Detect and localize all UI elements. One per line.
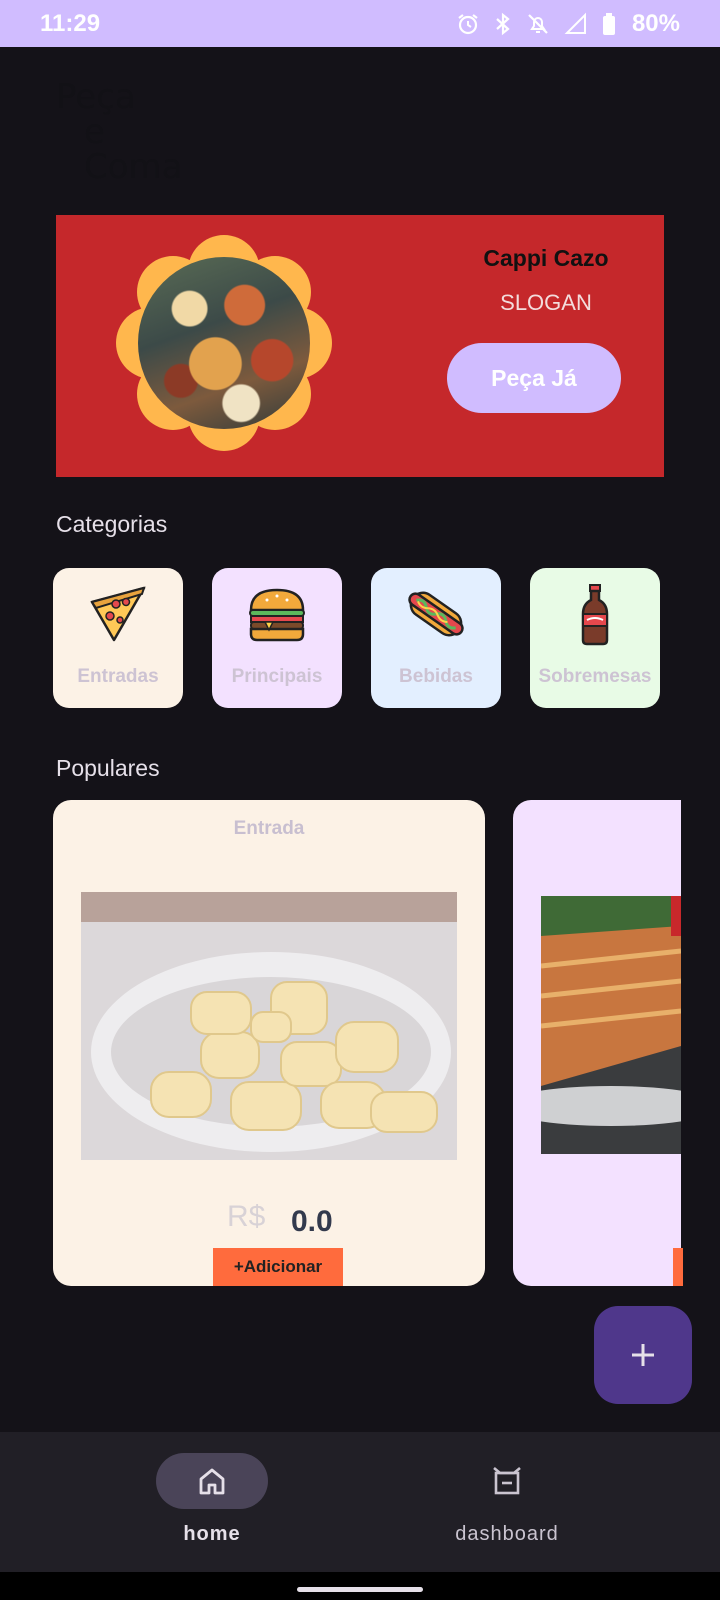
categories-title: Categorias [56,511,168,537]
add-fab-button[interactable] [594,1306,692,1404]
category-principais[interactable]: Principais [212,568,342,708]
home-icon [199,1468,225,1495]
status-time: 11:29 [40,9,101,37]
popular-title: Populares [56,755,160,781]
add-to-cart-button[interactable] [673,1248,683,1286]
dashboard-icon [493,1467,521,1495]
plus-icon [632,1344,654,1366]
category-label: Bebidas [399,666,473,687]
popular-item-card[interactable] [513,800,683,1286]
gnocchi-image [81,892,457,1160]
nav-dashboard-label: dashboard [455,1523,559,1545]
gesture-handle[interactable] [297,1587,423,1592]
status-icons: 80% [456,10,680,38]
app-title-line-2: e [84,112,105,152]
nav-dashboard[interactable]: dashboard [387,1432,627,1572]
signal-icon [564,12,586,34]
app-title: Peça e Coma [56,80,183,185]
bottom-navigation: home dashboard [0,1432,720,1572]
category-entradas[interactable]: Entradas [53,568,183,708]
gesture-area [0,1572,720,1600]
category-sobremesas[interactable]: Sobremesas [530,568,660,708]
category-label: Entradas [77,666,159,687]
category-label: Principais [231,666,323,687]
category-label: Sobremesas [538,666,652,687]
nav-home-label: home [183,1523,241,1545]
battery-percent: 80% [631,9,680,37]
promo-banner: Cappi Cazo SLOGAN Peça Já [56,215,664,477]
app-title-line-3: Coma [84,147,183,187]
pizza-icon [90,586,146,642]
nav-home-indicator [156,1453,268,1509]
battery-icon [602,12,615,35]
order-now-button[interactable]: Peça Já [447,343,621,413]
add-to-cart-button[interactable]: +Adicionar [213,1248,343,1286]
restaurant-name: Cappi Cazo [483,245,609,271]
banner-food-image [138,257,310,429]
popular-item-card[interactable]: Entrada R$ 0.0 +Adicionar [53,800,485,1286]
soda-bottle-icon [581,584,609,646]
price-currency: R$ [227,1200,266,1233]
lasagna-image [541,896,681,1154]
category-bebidas[interactable]: Bebidas [371,568,501,708]
popular-item-category: Entrada [233,818,305,839]
nav-dashboard-indicator [451,1453,563,1509]
price-value: 0.0 [291,1205,333,1238]
mute-icon [528,13,548,34]
hotdog-icon [408,591,464,637]
bluetooth-icon [496,12,510,35]
status-bar: 11:29 80% [0,0,720,47]
burger-icon [249,588,305,642]
nav-home[interactable]: home [92,1432,332,1572]
restaurant-slogan: SLOGAN [500,290,592,315]
app-title-line-1: Peça [56,77,136,117]
alarm-icon [458,13,478,34]
